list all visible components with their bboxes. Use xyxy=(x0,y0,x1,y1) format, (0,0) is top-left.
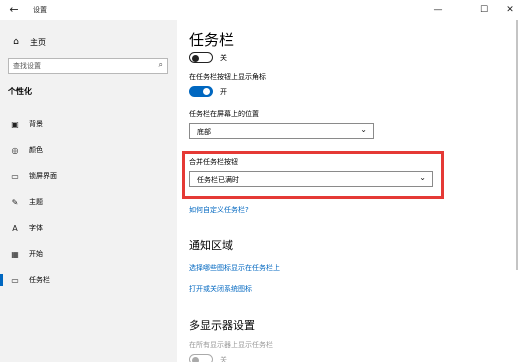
sidebar: ⌂ 主页 ⌕ 个性化 ▣ 背景 ◎ 颜色 ▭ 锁屏界面 ✎ 主题 A 字体 ▦ … xyxy=(0,20,177,362)
sidebar-item-label: 颜色 xyxy=(29,146,43,154)
brush-icon: ✎ xyxy=(11,197,19,207)
close-button[interactable]: ✕ xyxy=(500,0,520,20)
sidebar-item-label: 字体 xyxy=(29,224,43,232)
sidebar-item-label: 主题 xyxy=(29,198,43,206)
sidebar-item-themes[interactable]: ✎ 主题 xyxy=(0,195,177,209)
toggle-knob xyxy=(192,356,199,362)
minimize-button[interactable]: — xyxy=(420,0,456,20)
sidebar-item-label: 开始 xyxy=(29,250,43,258)
sidebar-item-label: 任务栏 xyxy=(29,276,50,284)
toggle-state-label: 关 xyxy=(220,54,227,62)
back-arrow-icon[interactable]: ← xyxy=(4,0,24,20)
scrollbar[interactable] xyxy=(514,20,520,362)
section-heading: 个性化 xyxy=(8,87,32,96)
system-icons-link[interactable]: 打开或关闭系统图标 xyxy=(189,284,252,294)
sidebar-item-lock-screen[interactable]: ▭ 锁屏界面 xyxy=(0,169,177,183)
window-title: 设置 xyxy=(33,6,47,14)
home-label: 主页 xyxy=(30,37,46,47)
home-icon: ⌂ xyxy=(13,37,19,47)
badge-toggle[interactable] xyxy=(189,86,213,97)
dropdown-value: 底部 xyxy=(197,128,211,136)
palette-icon: ◎ xyxy=(11,145,19,155)
position-dropdown[interactable]: 底部 ⌄ xyxy=(189,123,374,139)
badge-setting-label: 在任务栏按钮上显示角标 xyxy=(189,73,266,81)
sidebar-home[interactable]: ⌂ 主页 xyxy=(10,35,46,49)
combine-dropdown[interactable]: 任务栏已满时 ⌄ xyxy=(189,171,433,187)
scrollbar-thumb[interactable] xyxy=(516,20,518,270)
multi-display-heading: 多显示器设置 xyxy=(189,319,255,332)
start-icon: ▦ xyxy=(11,249,19,259)
position-label: 任务栏在屏幕上的位置 xyxy=(189,110,259,118)
sidebar-item-start[interactable]: ▦ 开始 xyxy=(0,247,177,261)
font-icon: A xyxy=(12,223,18,233)
search-icon[interactable]: ⌕ xyxy=(159,60,163,70)
sidebar-item-label: 背景 xyxy=(29,120,43,128)
chevron-down-icon: ⌄ xyxy=(419,173,426,182)
page-title: 任务栏 xyxy=(189,31,235,49)
toggle-state-label: 关 xyxy=(220,356,227,362)
taskbar-icon: ▭ xyxy=(11,275,19,285)
toggle-knob xyxy=(192,54,199,62)
chevron-down-icon: ⌄ xyxy=(360,125,367,134)
toggle-knob xyxy=(203,88,210,95)
search-box[interactable]: ⌕ xyxy=(8,58,168,74)
maximize-button[interactable]: ☐ xyxy=(466,0,502,20)
main-content: 任务栏 关 在任务栏按钮上显示角标 开 任务栏在屏幕上的位置 底部 ⌄ 合并任务… xyxy=(177,20,520,362)
title-bar: ← 设置 — ☐ ✕ xyxy=(0,0,520,20)
lock-screen-icon: ▭ xyxy=(11,171,19,181)
toggle-state-label: 开 xyxy=(220,88,227,96)
sidebar-item-label: 锁屏界面 xyxy=(29,172,57,180)
combine-label: 合并任务栏按钮 xyxy=(189,158,238,166)
search-input[interactable] xyxy=(13,60,151,72)
notification-area-heading: 通知区域 xyxy=(189,239,233,252)
multi-display-toggle[interactable] xyxy=(189,354,213,362)
taskbar-lock-toggle[interactable] xyxy=(189,52,213,63)
customize-taskbar-link[interactable]: 如何自定义任务栏? xyxy=(189,205,249,215)
image-icon: ▣ xyxy=(11,119,19,129)
sidebar-item-background[interactable]: ▣ 背景 xyxy=(0,117,177,131)
sidebar-item-fonts[interactable]: A 字体 xyxy=(0,221,177,235)
multi-display-label: 在所有显示器上显示任务栏 xyxy=(189,341,273,349)
sidebar-item-colors[interactable]: ◎ 颜色 xyxy=(0,143,177,157)
select-icons-link[interactable]: 选择哪些图标显示在任务栏上 xyxy=(189,263,280,273)
dropdown-value: 任务栏已满时 xyxy=(197,176,239,184)
sidebar-item-taskbar[interactable]: ▭ 任务栏 xyxy=(0,273,177,287)
